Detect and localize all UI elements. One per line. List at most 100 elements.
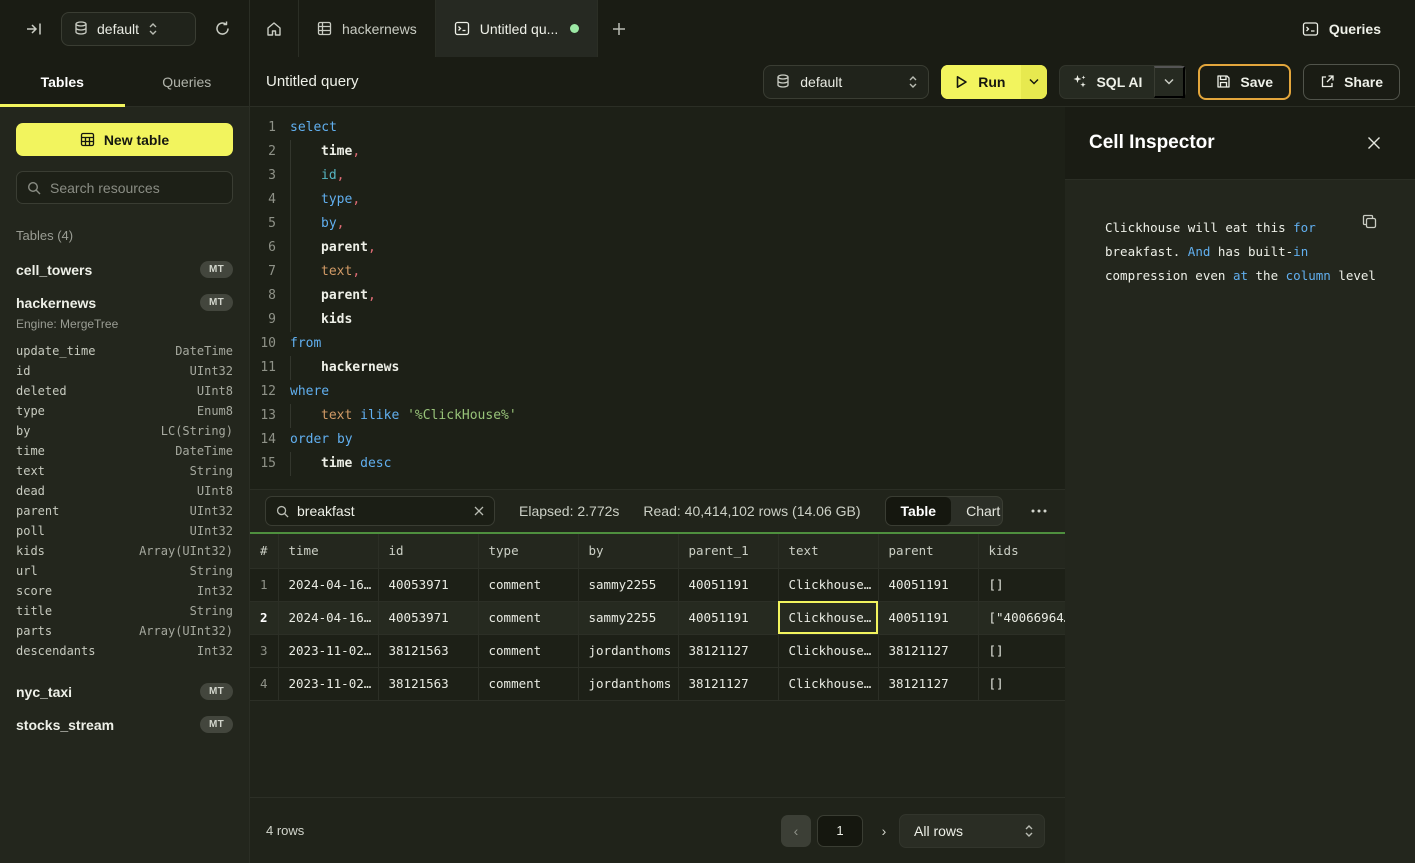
share-icon xyxy=(1320,74,1335,89)
cell[interactable]: Clickhouse… xyxy=(778,568,878,601)
token: parent xyxy=(321,240,368,255)
column-header-kids[interactable]: kids xyxy=(978,534,1065,568)
cell[interactable]: 38121127 xyxy=(678,634,778,667)
cell[interactable]: 38121127 xyxy=(878,667,978,700)
cell[interactable]: 38121127 xyxy=(678,667,778,700)
sidebar-table-nyc_taxi[interactable]: nyc_taxiMT xyxy=(16,675,233,708)
refresh-button[interactable] xyxy=(210,16,235,41)
run-button[interactable]: Run xyxy=(941,65,1021,99)
cell[interactable]: ["40066964… xyxy=(978,601,1065,634)
cell[interactable]: jordanthoms xyxy=(578,634,678,667)
results-search-input[interactable] xyxy=(297,503,466,519)
cell[interactable]: sammy2255 xyxy=(578,601,678,634)
column-header-by[interactable]: by xyxy=(578,534,678,568)
cell-inspector-text: Clickhouse will eat this for breakfast. … xyxy=(1105,216,1385,288)
query-database-select[interactable]: default xyxy=(763,65,929,99)
line-number: 8 xyxy=(250,284,276,308)
cell[interactable]: Clickhouse… xyxy=(778,634,878,667)
view-toggle-chart[interactable]: Chart xyxy=(951,497,1003,525)
tab-home[interactable] xyxy=(250,0,299,57)
close-inspector-button[interactable] xyxy=(1365,134,1383,152)
sidebar-tabs: Tables Queries xyxy=(0,57,250,106)
copy-cell-button[interactable] xyxy=(1360,212,1379,231)
cell[interactable]: 38121563 xyxy=(378,634,478,667)
cell[interactable]: 2023-11-02… xyxy=(278,667,378,700)
view-toggle-table[interactable]: Table xyxy=(886,497,952,525)
line-number: 15 xyxy=(250,452,276,476)
cell[interactable]: 38121563 xyxy=(378,667,478,700)
column-name: time xyxy=(16,444,45,458)
code-text: where xyxy=(290,380,329,404)
sidebar-tab-queries[interactable]: Queries xyxy=(125,57,250,106)
clear-search-button[interactable] xyxy=(474,506,484,516)
column-header-parent_1[interactable]: parent_1 xyxy=(678,534,778,568)
sidebar-search-input[interactable] xyxy=(50,180,222,196)
cell[interactable]: comment xyxy=(478,568,578,601)
cell[interactable]: 38121127 xyxy=(878,634,978,667)
query-database-value: default xyxy=(800,74,898,90)
topbar-database-select[interactable]: default xyxy=(61,12,196,46)
cell[interactable]: comment xyxy=(478,667,578,700)
cell[interactable]: comment xyxy=(478,634,578,667)
sql-ai-button[interactable]: SQL AI xyxy=(1060,74,1154,90)
close-icon xyxy=(474,506,484,516)
column-header-type[interactable]: type xyxy=(478,534,578,568)
search-icon xyxy=(276,505,289,518)
cell[interactable]: 40051191 xyxy=(878,568,978,601)
column-header-id[interactable]: id xyxy=(378,534,478,568)
column-name: kids xyxy=(16,544,45,558)
table-row: 12024-04-16…40053971commentsammy22554005… xyxy=(250,568,1065,601)
cell[interactable]: 40053971 xyxy=(378,568,478,601)
run-options-button[interactable] xyxy=(1021,65,1047,99)
sidebar-table-hackernews[interactable]: hackernewsMT xyxy=(16,286,233,319)
cell[interactable]: Clickhouse… xyxy=(778,667,878,700)
cell[interactable]: [] xyxy=(978,568,1065,601)
page-number-input[interactable] xyxy=(817,815,863,847)
tab-hackernews[interactable]: hackernews xyxy=(299,0,436,57)
cell[interactable]: sammy2255 xyxy=(578,568,678,601)
cell[interactable]: 2023-11-02… xyxy=(278,634,378,667)
cell[interactable]: comment xyxy=(478,601,578,634)
next-page-button[interactable]: › xyxy=(869,815,899,847)
new-tab-button[interactable] xyxy=(598,0,640,57)
new-table-button[interactable]: New table xyxy=(16,123,233,156)
cell[interactable]: jordanthoms xyxy=(578,667,678,700)
column-row: urlString xyxy=(16,561,233,581)
cell[interactable]: Clickhouse… xyxy=(778,601,878,634)
cell[interactable]: [] xyxy=(978,634,1065,667)
close-icon xyxy=(1367,136,1381,150)
cell-inspector-body: Clickhouse will eat this for breakfast. … xyxy=(1065,180,1415,863)
table-name: stocks_stream xyxy=(16,717,114,733)
results-more-button[interactable] xyxy=(1027,509,1051,513)
token: order by xyxy=(290,432,353,447)
previous-page-button[interactable]: ‹ xyxy=(781,815,811,847)
sql-editor[interactable]: 1select2time,3id,4type,5by,6parent,7text… xyxy=(250,107,1065,490)
sql-ai-options-button[interactable] xyxy=(1154,66,1185,98)
column-header-text[interactable]: text xyxy=(778,534,878,568)
table-icon xyxy=(80,132,95,147)
cell[interactable]: 2024-04-16… xyxy=(278,601,378,634)
cell[interactable]: [] xyxy=(978,667,1065,700)
cell[interactable]: 40051191 xyxy=(878,601,978,634)
page-size-select[interactable]: All rows xyxy=(899,814,1045,848)
cell[interactable]: 40051191 xyxy=(678,601,778,634)
sidebar-tab-tables[interactable]: Tables xyxy=(0,57,125,106)
database-icon xyxy=(74,21,88,36)
column-header-time[interactable]: time xyxy=(278,534,378,568)
share-button[interactable]: Share xyxy=(1303,64,1400,100)
indent-guide xyxy=(290,356,321,380)
collapse-sidebar-button[interactable] xyxy=(22,17,47,41)
second-row: Tables Queries Untitled query default Ru… xyxy=(0,57,1415,107)
tab-untitled-query[interactable]: Untitled qu... xyxy=(436,0,599,57)
column-name: descendants xyxy=(16,644,95,658)
sidebar-table-stocks_stream[interactable]: stocks_streamMT xyxy=(16,708,233,741)
cell[interactable]: 40053971 xyxy=(378,601,478,634)
column-header-num[interactable]: # xyxy=(250,534,278,568)
column-name: text xyxy=(16,464,45,478)
cell[interactable]: 40051191 xyxy=(678,568,778,601)
column-header-parent[interactable]: parent xyxy=(878,534,978,568)
save-button[interactable]: Save xyxy=(1198,64,1291,100)
sidebar-table-cell_towers[interactable]: cell_towersMT xyxy=(16,253,233,286)
queries-button[interactable]: Queries xyxy=(1302,21,1381,37)
cell[interactable]: 2024-04-16… xyxy=(278,568,378,601)
